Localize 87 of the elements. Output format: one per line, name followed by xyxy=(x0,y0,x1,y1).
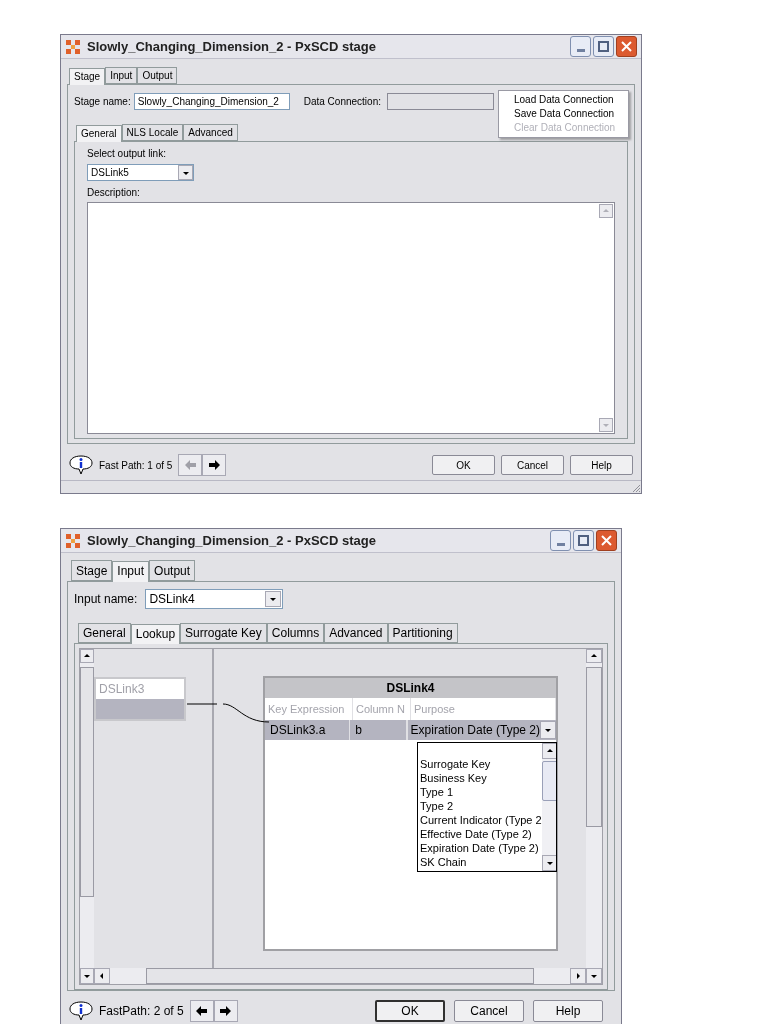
minimize-icon xyxy=(556,543,565,546)
tab[interactable]: NLS Locale xyxy=(121,124,184,141)
table-cell: DSLink3.a xyxy=(265,720,351,740)
tab[interactable]: General xyxy=(78,623,131,643)
tab[interactable]: Input xyxy=(112,561,150,582)
dropdown[interactable]: DSLink4 xyxy=(145,589,284,609)
tab[interactable]: Output xyxy=(137,67,178,84)
scrollbar-thumb[interactable] xyxy=(80,667,94,897)
field-label: Data Connection: xyxy=(303,95,381,109)
scroll-up-button[interactable] xyxy=(586,649,602,663)
list-option[interactable]: Type 2 xyxy=(420,799,542,813)
tab[interactable]: Columns xyxy=(266,623,325,643)
dialog-button[interactable]: Cancel xyxy=(454,1000,524,1022)
arrow-left-icon xyxy=(194,1004,210,1018)
list-option[interactable]: SK Chain xyxy=(420,855,542,869)
minimize-button[interactable] xyxy=(570,36,591,57)
previous-button[interactable] xyxy=(189,1000,214,1022)
menu-item[interactable]: Load Data Connection xyxy=(499,93,628,107)
tab[interactable]: Stage xyxy=(69,68,106,85)
list-option[interactable]: Surrogate Key xyxy=(420,757,542,771)
dropdown-button[interactable] xyxy=(265,591,282,607)
tab[interactable]: Partitioning xyxy=(387,623,458,643)
dialog-button[interactable]: Help xyxy=(533,1000,603,1022)
scroll-up-button[interactable] xyxy=(541,743,556,759)
field-label: Stage name: xyxy=(74,95,131,109)
fast-path-label: Fast Path: 1 of 5 xyxy=(99,458,173,473)
maximize-icon xyxy=(578,535,589,546)
tab[interactable]: Surrogate Key xyxy=(180,623,267,643)
scrollbar-thumb[interactable] xyxy=(146,968,534,984)
scroll-right-button[interactable] xyxy=(570,968,586,984)
table-row[interactable]: DSLink3.a b Expiration Date (Type 2) xyxy=(265,720,556,740)
dialog-button[interactable]: OK xyxy=(375,1000,445,1022)
dropdown[interactable]: DSLink5 xyxy=(87,164,194,181)
scrollbar-thumb[interactable] xyxy=(541,761,556,801)
list-option[interactable]: Current Indicator (Type 2 xyxy=(420,813,542,827)
input-field[interactable]: Slowly_Changing_Dimension_2 xyxy=(133,93,290,110)
minimize-button[interactable] xyxy=(550,530,571,551)
scroll-left-button[interactable] xyxy=(94,968,110,984)
list-option[interactable]: Business Key xyxy=(420,771,542,785)
dropdown[interactable]: Expiration Date (Type 2) xyxy=(406,720,556,740)
dialog-button[interactable]: Cancel xyxy=(501,455,564,475)
field-label: Select output link: xyxy=(87,147,167,161)
link-name: DSLink3 xyxy=(98,681,146,698)
menu-item[interactable]: Save Data Connection xyxy=(499,107,628,121)
resize-grip-icon[interactable] xyxy=(631,483,641,493)
scroll-down-button[interactable] xyxy=(586,968,602,984)
tab[interactable]: Stage xyxy=(71,560,113,581)
close-button[interactable] xyxy=(596,530,617,551)
info-icon xyxy=(69,455,93,475)
scroll-down-button[interactable] xyxy=(80,968,94,984)
tab[interactable]: Input xyxy=(105,67,138,84)
scroll-down-button[interactable] xyxy=(541,855,556,871)
table-cell: b xyxy=(350,720,407,740)
tab[interactable]: Advanced xyxy=(324,623,388,643)
close-icon xyxy=(621,41,632,52)
fast-path-label: FastPath: 2 of 5 xyxy=(99,1003,184,1020)
tab[interactable]: Advanced xyxy=(183,124,238,141)
close-icon xyxy=(601,535,612,546)
maximize-button[interactable] xyxy=(593,36,614,57)
next-button[interactable] xyxy=(213,1000,238,1022)
input-field[interactable] xyxy=(387,93,494,110)
next-button[interactable] xyxy=(202,454,227,476)
dialog-button[interactable]: OK xyxy=(432,455,495,475)
field-label: Input name: xyxy=(74,591,138,608)
app-icon xyxy=(65,38,81,55)
tab[interactable]: Output xyxy=(149,560,196,581)
arrow-right-icon xyxy=(218,1004,234,1018)
scrollbar-thumb[interactable] xyxy=(586,667,602,827)
close-button[interactable] xyxy=(616,36,637,57)
dropdown-button[interactable] xyxy=(178,165,193,180)
window-title: Slowly_Changing_Dimension_2 - PxSCD stage xyxy=(87,37,376,56)
field-label: Description: xyxy=(87,186,141,200)
list-option[interactable]: Type 1 xyxy=(420,785,542,799)
app-icon xyxy=(65,532,81,549)
window-title: Slowly_Changing_Dimension_2 - PxSCD stage xyxy=(87,531,376,550)
list-option[interactable]: Effective Date (Type 2) xyxy=(420,827,542,841)
scroll-up-button[interactable] xyxy=(80,649,94,663)
maximize-button[interactable] xyxy=(573,530,594,551)
tab[interactable]: General xyxy=(76,125,122,142)
arrow-right-icon xyxy=(206,458,222,472)
dialog-button[interactable]: Help xyxy=(570,455,633,475)
list-option[interactable]: Expiration Date (Type 2) xyxy=(420,841,542,855)
minimize-icon xyxy=(576,49,585,52)
info-icon xyxy=(69,1001,93,1021)
tab[interactable]: Lookup xyxy=(130,624,181,644)
maximize-icon xyxy=(598,41,609,52)
link-name: DSLink4 xyxy=(265,678,556,698)
